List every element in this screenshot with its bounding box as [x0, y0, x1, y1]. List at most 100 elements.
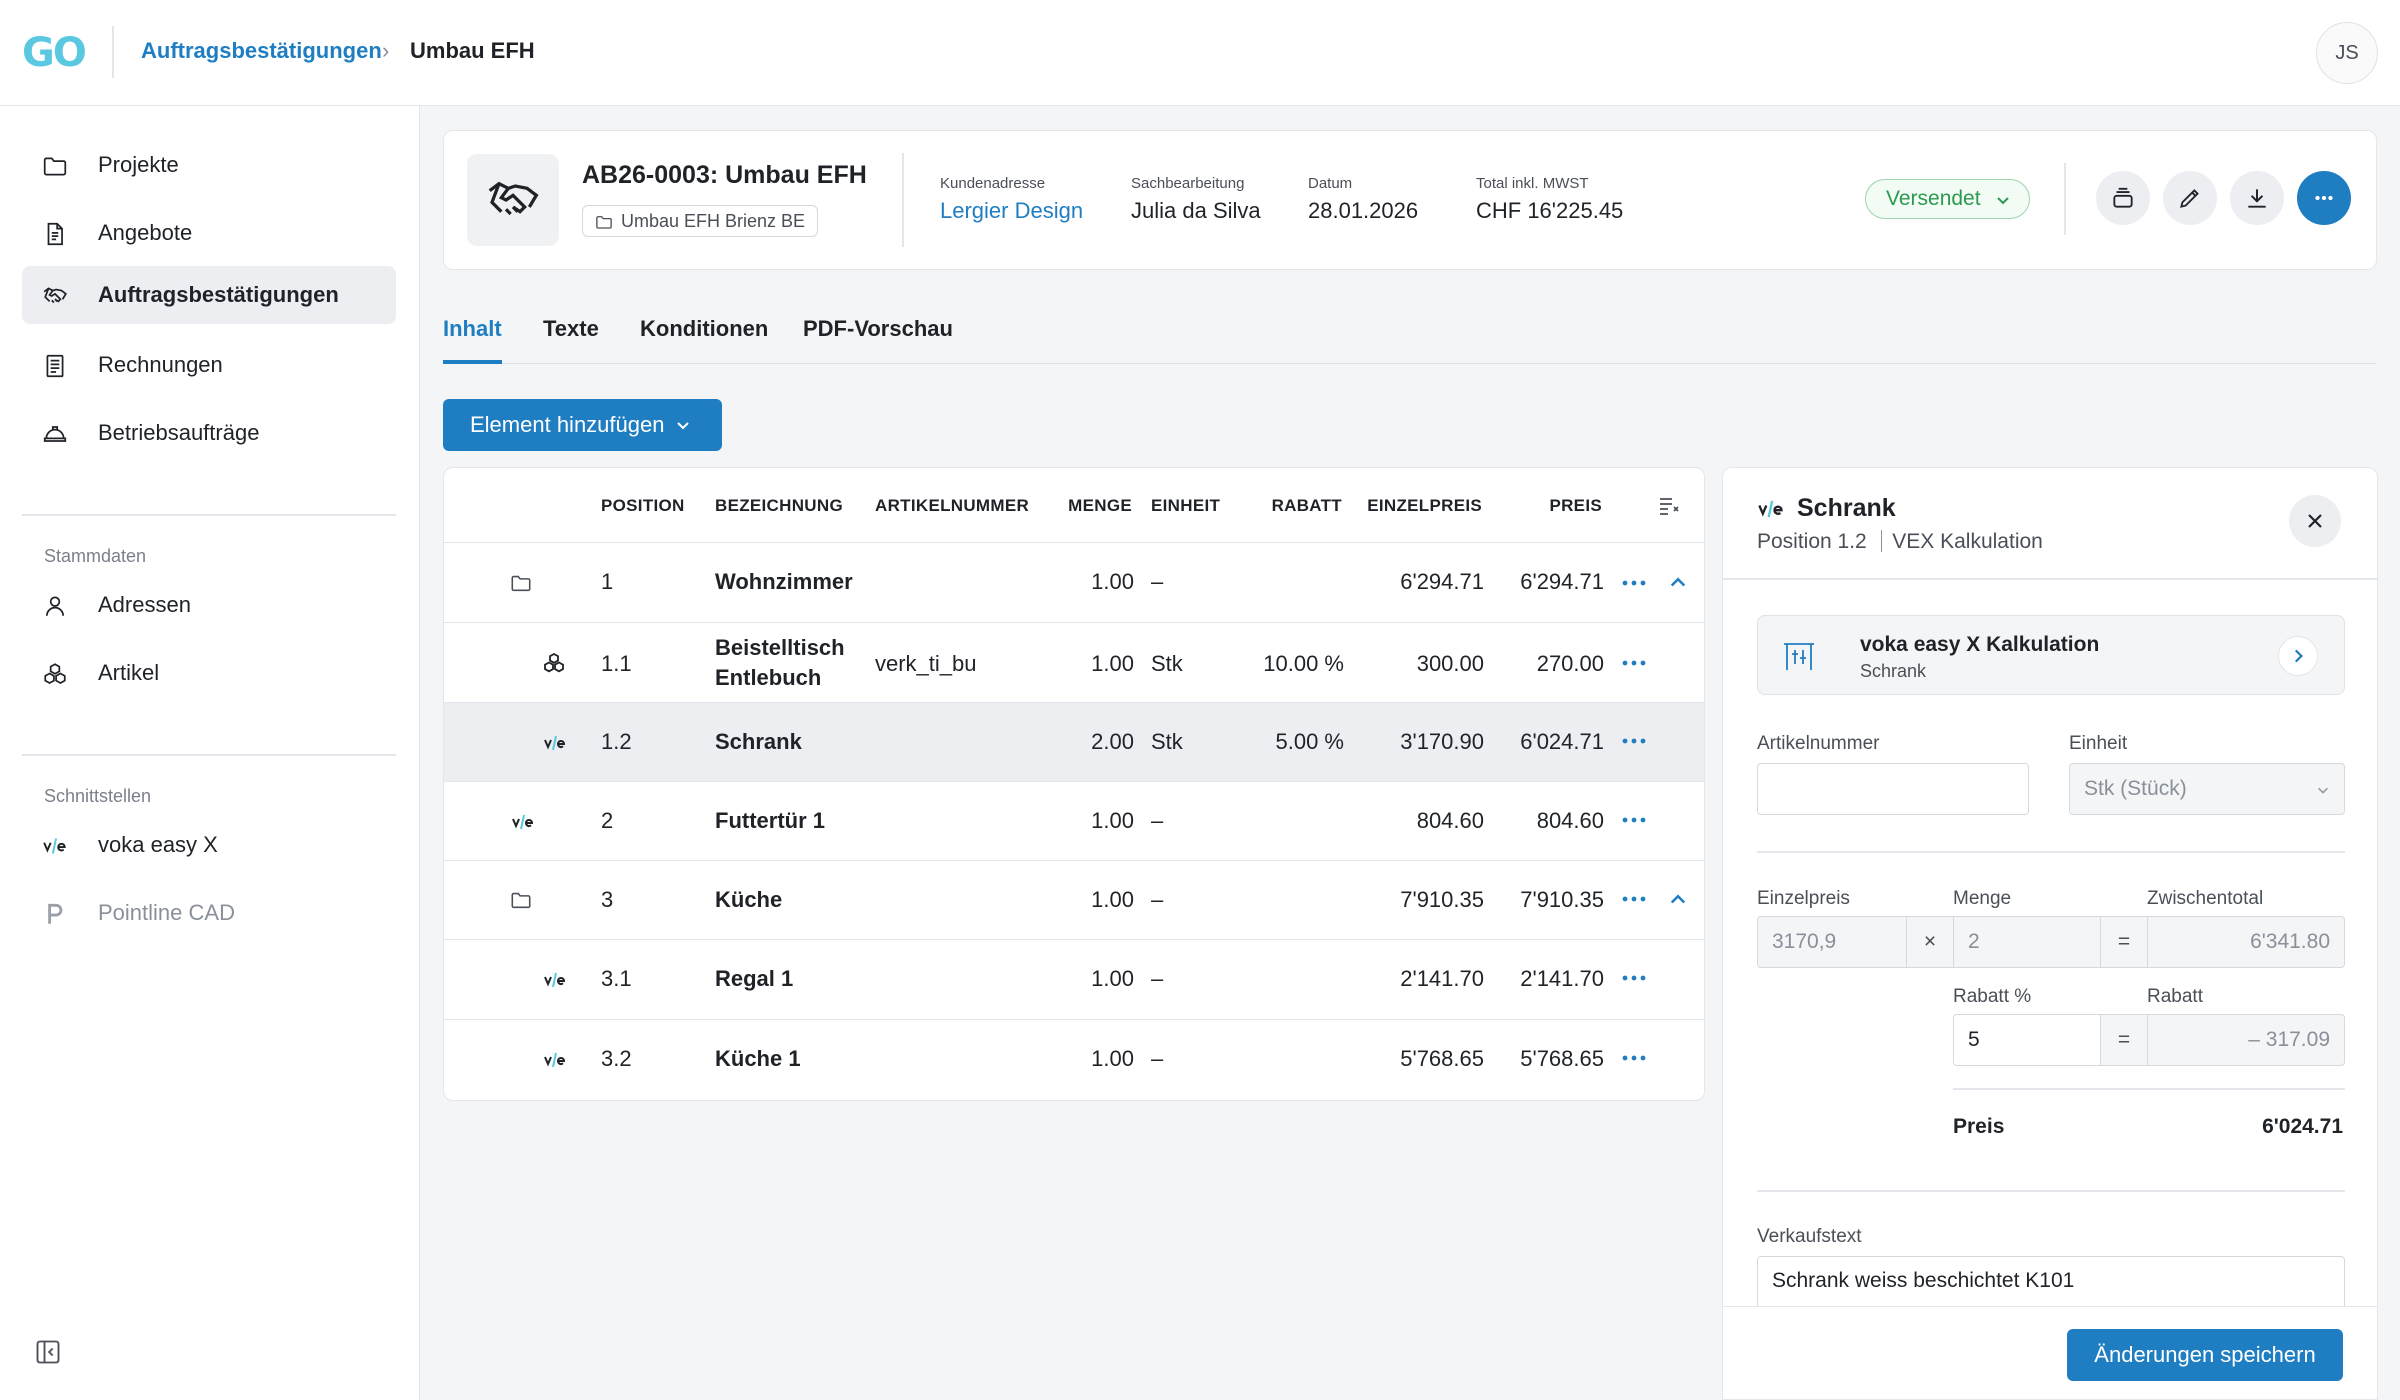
breadcrumb-current: Umbau EFH	[410, 38, 535, 63]
tab-bar: Inhalt Texte Konditionen PDF-Vorschau	[443, 300, 2377, 364]
pointline-icon	[48, 903, 63, 924]
sidebar-item-adressen[interactable]: Adressen	[22, 576, 396, 634]
breadcrumb-link-auftragsbestaetigungen[interactable]: Auftragsbestätigungen	[141, 38, 382, 64]
column-header-rabatt[interactable]: RABATT	[1272, 496, 1342, 516]
column-header-preis[interactable]: PREIS	[1549, 496, 1602, 516]
chevron-down-icon	[1996, 197, 2009, 205]
panel-divider	[1757, 851, 2345, 853]
cell-einzelpreis: 2'141.70	[1400, 966, 1484, 991]
sidebar-item-rechnungen[interactable]: Rechnungen	[22, 336, 396, 394]
rabatt-output: – 317.09	[2147, 1014, 2345, 1066]
sidebar-section-schnittstellen: Schnittstellen	[44, 786, 152, 806]
table-row[interactable]: 2 Futtertür 1 1.00 – 804.60 804.60	[444, 781, 1704, 860]
cell-einzelpreis: 6'294.71	[1400, 569, 1484, 594]
column-header-artikelnummer[interactable]: ARTIKELNUMMER	[875, 496, 1029, 516]
row-menu-icon[interactable]	[1622, 816, 1646, 824]
tab-konditionen[interactable]: Konditionen	[640, 316, 768, 364]
rabatt-label: Rabatt	[2147, 986, 2203, 1007]
topbar-divider	[112, 26, 114, 78]
status-dropdown[interactable]: Versendet	[1865, 179, 2030, 219]
person-icon	[46, 596, 64, 616]
column-header-menge[interactable]: MENGE	[1068, 496, 1132, 516]
artikelnummer-input[interactable]	[1757, 763, 2029, 815]
row-menu-icon[interactable]	[1622, 737, 1646, 745]
equals-operator: =	[2101, 916, 2147, 968]
cell-position: 3.2	[601, 1046, 632, 1071]
sidebar-item-pointline-cad[interactable]: Pointline CAD	[22, 884, 396, 942]
sidebar-item-projekte[interactable]: Projekte	[22, 136, 396, 194]
app-logo[interactable]: GO	[22, 30, 87, 76]
cell-bezeichnung: Wohnzimmer	[715, 569, 853, 594]
voka-icon	[544, 1052, 566, 1068]
sidebar-item-betriebsauftraege[interactable]: Betriebsaufträge	[22, 404, 396, 462]
sidebar-item-angebote[interactable]: Angebote	[22, 204, 396, 262]
column-header-einheit[interactable]: EINHEIT	[1151, 496, 1220, 516]
row-menu-icon[interactable]	[1622, 1054, 1646, 1062]
status-label: Versendet	[1886, 187, 1981, 210]
table-row[interactable]: 1 Wohnzimmer 1.00 – 6'294.71 6'294.71	[444, 542, 1704, 622]
table-row[interactable]: 3.1 Regal 1 1.00 – 2'141.70 2'141.70	[444, 939, 1704, 1019]
sidebar-item-voka-easy-x[interactable]: voka easy X	[22, 816, 396, 874]
chevron-up-icon[interactable]	[1668, 890, 1688, 910]
save-changes-button[interactable]: Änderungen speichern	[2067, 1329, 2343, 1381]
chevron-up-icon[interactable]	[1668, 573, 1688, 593]
row-menu-icon[interactable]	[1622, 659, 1646, 667]
menge-input[interactable]: 2	[1953, 916, 2101, 968]
menge-label: Menge	[1953, 888, 2012, 909]
sidebar: Projekte Angebote Auftragsbestätigungen …	[0, 106, 420, 1400]
sidebar-item-auftragsbestaetigungen[interactable]: Auftragsbestätigungen	[22, 266, 396, 324]
cell-position: 1	[601, 569, 614, 594]
einheit-value: Stk (Stück)	[2084, 777, 2187, 800]
einzelpreis-input[interactable]: 3170,9	[1757, 916, 1907, 968]
panel-subtitle-source: VEX Kalkulation	[1892, 530, 2043, 553]
voka-calculation-link[interactable]: voka easy X Kalkulation Schrank	[1757, 615, 2345, 695]
more-actions-button[interactable]	[2297, 171, 2351, 225]
add-element-button[interactable]: Element hinzufügen	[443, 399, 722, 451]
sidebar-item-label: Betriebsaufträge	[98, 420, 260, 445]
sidebar-item-artikel[interactable]: Artikel	[22, 644, 396, 702]
cell-bezeichnung: Futtertür 1	[715, 808, 825, 833]
column-header-bezeichnung[interactable]: BEZEICHNUNG	[715, 496, 843, 516]
collapse-sidebar-icon[interactable]	[34, 1338, 62, 1366]
download-button[interactable]	[2230, 171, 2284, 225]
tab-texte[interactable]: Texte	[543, 316, 599, 364]
close-panel-button[interactable]	[2289, 495, 2341, 547]
invoice-icon	[46, 354, 64, 378]
table-row[interactable]: 1.1 Beistelltisch Entlebuch verk_ti_bu 1…	[444, 622, 1704, 702]
sidebar-divider	[22, 754, 396, 756]
handshake-icon	[43, 287, 67, 304]
column-settings-icon[interactable]	[1657, 494, 1681, 518]
project-chip-label: Umbau EFH Brienz BE	[621, 210, 806, 231]
articles-icon	[44, 663, 66, 684]
cell-bezeichnung: Regal 1	[715, 966, 794, 991]
sidebar-item-label: Pointline CAD	[98, 900, 235, 925]
project-chip[interactable]: Umbau EFH Brienz BE	[582, 205, 819, 237]
customer-address-link[interactable]: Lergier Design	[940, 198, 1083, 224]
cell-rabatt: 10.00 %	[1263, 651, 1344, 676]
chevron-down-icon	[677, 422, 689, 430]
column-header-einzelpreis[interactable]: EINZELPREIS	[1367, 496, 1482, 516]
user-avatar[interactable]: JS	[2316, 22, 2378, 84]
tab-inhalt[interactable]: Inhalt	[443, 316, 502, 364]
row-menu-icon[interactable]	[1622, 895, 1646, 903]
row-menu-icon[interactable]	[1622, 974, 1646, 982]
panel-footer: Änderungen speichern	[1723, 1306, 2377, 1399]
table-row[interactable]: 1.2 Schrank 2.00 Stk 5.00 % 3'170.90 6'0…	[444, 702, 1704, 781]
einheit-select[interactable]: Stk (Stück)	[2069, 763, 2345, 815]
row-menu-icon[interactable]	[1622, 579, 1646, 587]
stack-icon	[2113, 187, 2133, 208]
tab-pdf-vorschau[interactable]: PDF-Vorschau	[803, 316, 953, 364]
rabatt-prozent-input[interactable]: 5	[1953, 1014, 2101, 1066]
edit-button[interactable]	[2163, 171, 2217, 225]
meta-sachbearbeitung: Sachbearbeitung Julia da Silva	[1131, 175, 1261, 224]
column-header-position[interactable]: POSITION	[601, 496, 685, 516]
voka-icon	[1758, 500, 1783, 518]
cell-bezeichnung-line2: Entlebuch	[715, 665, 822, 690]
cell-einheit: –	[1151, 569, 1164, 594]
stack-button[interactable]	[2096, 171, 2150, 225]
cell-einheit: –	[1151, 1046, 1164, 1071]
open-calculation-button[interactable]	[2278, 636, 2318, 676]
table-row[interactable]: 3.2 Küche 1 1.00 – 5'768.65 5'768.65	[444, 1019, 1704, 1099]
helmet-icon	[43, 426, 67, 442]
table-row[interactable]: 3 Küche 1.00 – 7'910.35 7'910.35	[444, 860, 1704, 939]
